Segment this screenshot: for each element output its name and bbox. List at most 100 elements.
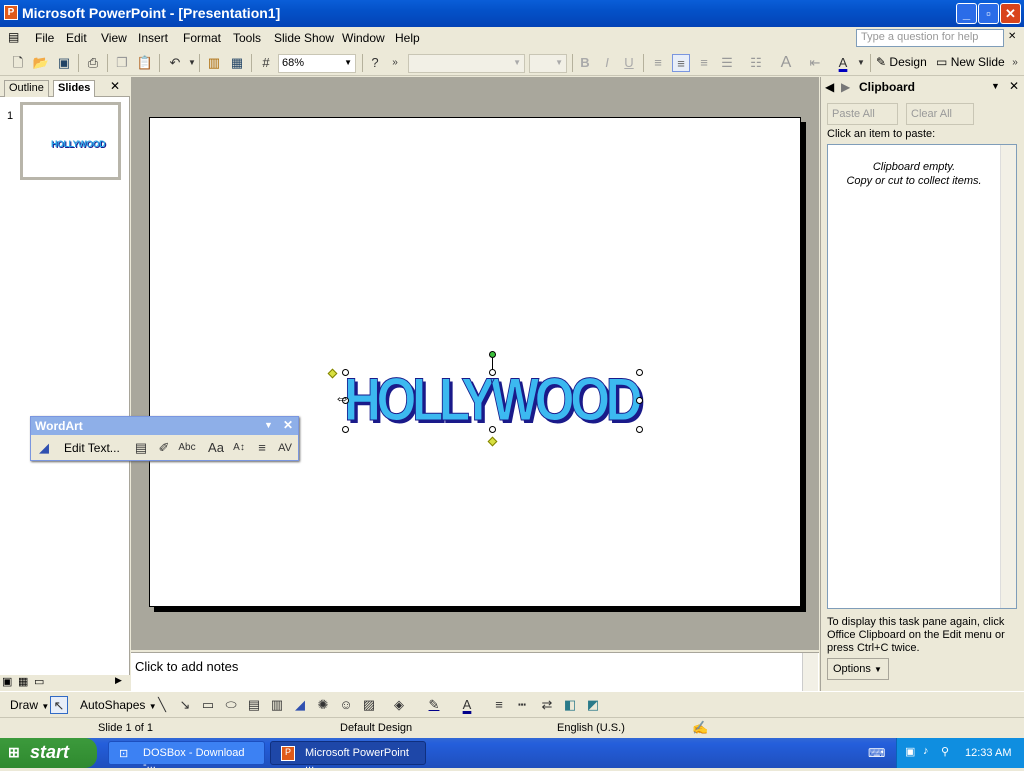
new-document-icon[interactable]: 🗋 xyxy=(9,54,27,72)
clipboard-scrollbar[interactable] xyxy=(1000,145,1016,608)
3d-style-icon[interactable]: ◩ xyxy=(584,696,602,714)
resize-handle[interactable] xyxy=(342,426,349,433)
forward-arrow-icon[interactable]: ▶ xyxy=(841,80,850,94)
align-right-icon[interactable]: ≡ xyxy=(695,54,713,72)
slide[interactable] xyxy=(149,117,801,607)
indent-icon[interactable]: ⇤ xyxy=(806,54,824,72)
font-combo[interactable]: ▼ xyxy=(408,54,525,73)
edit-text-button[interactable]: Edit Text... xyxy=(64,441,120,455)
wordart-gallery-icon[interactable]: ▤ xyxy=(132,439,150,457)
insert-wordart-icon[interactable]: ◢ xyxy=(35,439,53,457)
help-icon[interactable]: ? xyxy=(366,54,384,72)
save-icon[interactable]: ▣ xyxy=(55,54,73,72)
tab-slides[interactable]: Slides xyxy=(53,80,96,97)
draw-menu[interactable]: Draw ▼ xyxy=(10,698,49,712)
font-size-combo[interactable]: ▼ xyxy=(529,54,567,73)
toolbar-options-icon[interactable]: » xyxy=(1006,54,1024,72)
insert-chart-icon[interactable]: ▥ xyxy=(205,54,223,72)
rotate-handle[interactable] xyxy=(489,351,496,358)
undo-icon[interactable]: ↶ xyxy=(166,54,184,72)
volume-icon[interactable]: ♪ xyxy=(923,745,929,757)
spelling-icon[interactable]: ✍ xyxy=(692,720,708,736)
clip-art-icon[interactable]: ☺ xyxy=(337,696,355,714)
copy-icon[interactable]: ❐ xyxy=(113,54,131,72)
wordart-object[interactable]: HOLLYWOOD HOLLYWOOD xyxy=(344,366,646,437)
bullets-icon[interactable]: ☷ xyxy=(747,54,765,72)
text-box-icon[interactable]: ▤ xyxy=(245,696,263,714)
task-pane-close-icon[interactable]: ✕ xyxy=(1009,79,1019,93)
design-button[interactable]: ✎ Design xyxy=(876,55,927,69)
underline-icon[interactable]: U xyxy=(620,54,638,72)
italic-icon[interactable]: I xyxy=(598,54,616,72)
menu-help[interactable]: Help xyxy=(395,31,420,45)
autoshapes-menu[interactable]: AutoShapes ▼ xyxy=(80,698,157,712)
search-icon[interactable]: ⚲ xyxy=(941,745,949,758)
normal-view-icon[interactable]: ▣ xyxy=(2,675,12,688)
close-pane-icon[interactable]: ✕ xyxy=(110,79,120,93)
align-center-icon[interactable]: ≡ xyxy=(672,54,690,72)
paste-all-button[interactable]: Paste All xyxy=(827,103,898,125)
wordart-alignment-icon[interactable]: ≡ xyxy=(253,439,271,457)
fill-color-icon[interactable]: ◈ xyxy=(390,696,408,714)
open-folder-icon[interactable]: 📂 xyxy=(32,54,50,72)
tab-outline[interactable]: Outline xyxy=(4,80,49,97)
wordart-icon[interactable]: ◢ xyxy=(291,696,309,714)
character-spacing-icon[interactable]: AV xyxy=(276,439,294,457)
resize-handle[interactable] xyxy=(489,369,496,376)
increase-font-icon[interactable]: A xyxy=(777,54,795,72)
toolbar-options-icon[interactable]: ▼ xyxy=(264,420,273,430)
menu-format[interactable]: Format xyxy=(183,31,221,45)
line-color-icon[interactable]: ✎ xyxy=(425,696,443,714)
keyboard-icon[interactable]: ⌨ xyxy=(868,746,885,760)
slide-show-icon[interactable]: ▭ xyxy=(34,675,44,688)
grid-icon[interactable]: # xyxy=(257,54,275,72)
zoom-combo[interactable]: 68% ▼ xyxy=(278,54,356,73)
vertical-text-icon[interactable]: A↕ xyxy=(230,439,248,457)
maximize-button[interactable]: ▫ xyxy=(978,3,999,24)
taskbar-item-dosbox[interactable]: ⊡ DOSBox - Download -... xyxy=(108,741,265,771)
oval-icon[interactable]: ⬭ xyxy=(222,696,240,714)
font-color-dropdown-icon[interactable]: ▼ xyxy=(852,54,870,72)
minimize-button[interactable]: _ xyxy=(956,3,977,24)
menu-insert[interactable]: Insert xyxy=(138,31,168,45)
scroll-right-icon[interactable]: ▶ xyxy=(115,675,122,686)
menu-file[interactable]: File xyxy=(35,31,54,45)
clipboard-list[interactable]: Clipboard empty. Copy or cut to collect … xyxy=(827,144,1017,609)
wordart-shape-icon[interactable]: Abc xyxy=(178,439,196,457)
dash-style-icon[interactable]: ┅ xyxy=(513,696,531,714)
line-style-icon[interactable]: ≡ xyxy=(490,696,508,714)
insert-wordart-icon[interactable]: ▥ xyxy=(268,696,286,714)
font-color-icon[interactable]: A xyxy=(458,696,476,714)
picture-icon[interactable]: ▨ xyxy=(360,696,378,714)
powerpoint-app-icon[interactable]: P xyxy=(4,5,18,20)
paste-icon[interactable]: 📋 xyxy=(136,54,154,72)
menu-slide-show[interactable]: Slide Show xyxy=(274,31,334,45)
help-question-input[interactable]: Type a question for help xyxy=(856,29,1004,47)
menu-tools[interactable]: Tools xyxy=(233,31,261,45)
menu-view[interactable]: View xyxy=(101,31,127,45)
diagram-icon[interactable]: ✺ xyxy=(314,696,332,714)
rectangle-icon[interactable]: ▭ xyxy=(199,696,217,714)
slide-thumbnail[interactable]: HOLLYWOOD xyxy=(20,102,121,180)
line-icon[interactable]: ╲ xyxy=(153,696,171,714)
resize-handle[interactable] xyxy=(342,369,349,376)
close-button[interactable]: ✕ xyxy=(1000,3,1021,24)
resize-handle[interactable] xyxy=(489,426,496,433)
menu-window[interactable]: Window xyxy=(342,31,385,45)
new-slide-button[interactable]: ▭ New Slide xyxy=(936,55,1005,69)
network-icon[interactable]: ▣ xyxy=(905,745,915,758)
toolbar-close-icon[interactable]: ✕ xyxy=(283,418,293,432)
clear-all-button[interactable]: Clear All xyxy=(906,103,974,125)
arrow-style-icon[interactable]: ⇄ xyxy=(538,696,556,714)
print-icon[interactable]: ⎙ xyxy=(84,54,102,72)
format-wordart-icon[interactable]: ✐ xyxy=(155,439,173,457)
start-button[interactable]: ⊞ start xyxy=(0,738,97,768)
taskbar-item-powerpoint[interactable]: P Microsoft PowerPoint ... xyxy=(270,741,426,771)
select-pointer-icon[interactable]: ↖ xyxy=(50,696,68,714)
arrow-icon[interactable]: ↘ xyxy=(176,696,194,714)
shadow-style-icon[interactable]: ◧ xyxy=(561,696,579,714)
resize-handle[interactable] xyxy=(636,426,643,433)
help-close-icon[interactable]: ✕ xyxy=(1008,31,1016,42)
font-color-icon[interactable]: A xyxy=(834,54,852,72)
toolbar-options-icon[interactable]: » xyxy=(386,54,404,72)
